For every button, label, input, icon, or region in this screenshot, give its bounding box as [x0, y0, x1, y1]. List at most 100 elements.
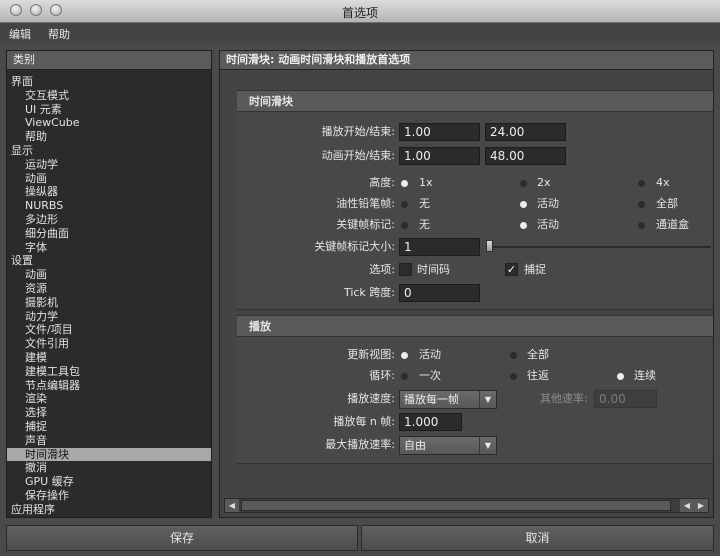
- sidebar-subitem[interactable]: 多边形: [7, 213, 211, 226]
- playback-group-title[interactable]: 播放: [237, 316, 713, 337]
- other-speed-field[interactable]: 0.00: [594, 390, 657, 408]
- playback-end-field[interactable]: 24.00: [485, 123, 566, 141]
- scroll-left-icon-2[interactable]: ◀: [680, 499, 694, 512]
- keytick-size-slider-handle[interactable]: [486, 240, 493, 252]
- snap-label: 捕捉: [524, 263, 546, 276]
- looping-label: 循环:: [369, 369, 395, 382]
- sidebar-subitem[interactable]: 选择: [7, 406, 211, 419]
- sidebar-category[interactable]: 应用程序: [7, 503, 211, 516]
- sidebar-subitem[interactable]: UI 元素: [7, 103, 211, 116]
- sidebar-subitem[interactable]: 资源: [7, 282, 211, 295]
- checkmark-icon: ✓: [506, 263, 517, 276]
- timecode-label: 时间码: [417, 263, 450, 276]
- max-speed-combo-value: 自由: [404, 439, 426, 452]
- looping-oscillate-label: 往返: [527, 369, 549, 382]
- every-n-field[interactable]: 1.000: [399, 413, 462, 431]
- max-speed-combo[interactable]: 自由 ▼: [399, 436, 497, 455]
- options-label: 选项:: [369, 263, 395, 276]
- sidebar-subitem[interactable]: 操纵器: [7, 185, 211, 198]
- update-view-active-radio[interactable]: [401, 352, 408, 359]
- height-1x-label: 1x: [419, 176, 433, 189]
- keytick-size-field[interactable]: 1: [399, 238, 480, 256]
- cancel-button[interactable]: 取消: [361, 525, 714, 551]
- max-speed-label: 最大播放速率:: [325, 438, 395, 451]
- update-view-all-radio[interactable]: [510, 352, 517, 359]
- anim-start-field[interactable]: 1.00: [399, 147, 480, 165]
- height-2x-radio[interactable]: [520, 180, 527, 187]
- looping-once-radio[interactable]: [401, 373, 408, 380]
- scroll-right-icon[interactable]: ▶: [694, 499, 708, 512]
- playback-start-field[interactable]: 1.00: [399, 123, 480, 141]
- chevron-down-icon: ▼: [479, 391, 496, 408]
- timecode-checkbox[interactable]: [399, 263, 412, 276]
- sidebar-subitem[interactable]: 帮助: [7, 130, 211, 143]
- settings-panel: 时间滑块: 动画时间滑块和播放首选项 时间滑块 播放开始/结束: 1.00 24…: [219, 50, 714, 518]
- playback-group: 播放 更新视图: 活动 全部 循环: 一次 往返 连续 播放速度: 播放每一帧 …: [237, 315, 713, 464]
- menu-help[interactable]: 帮助: [48, 26, 70, 42]
- height-4x-radio[interactable]: [638, 180, 645, 187]
- snap-checkbox[interactable]: ✓: [505, 263, 518, 276]
- keyticks-channelbox-label: 通道盒: [656, 218, 689, 231]
- keytick-size-slider-track[interactable]: [487, 246, 711, 248]
- playback-range-label: 播放开始/结束:: [321, 125, 395, 138]
- title-bar: 首选项: [0, 0, 720, 23]
- sidebar-subitem[interactable]: 保存操作: [7, 489, 211, 502]
- anim-end-field[interactable]: 48.00: [485, 147, 566, 165]
- every-n-label: 播放每 n 帧:: [333, 415, 395, 428]
- sidebar-category[interactable]: 界面: [7, 75, 211, 88]
- keyticks-active-radio[interactable]: [520, 222, 527, 229]
- sidebar-subitem[interactable]: 声音: [7, 434, 211, 447]
- height-label: 高度:: [369, 176, 395, 189]
- ghost-active-radio[interactable]: [520, 201, 527, 208]
- keyticks-active-label: 活动: [537, 218, 559, 231]
- keyticks-none-label: 无: [419, 218, 430, 231]
- sidebar-subitem[interactable]: 摄影机: [7, 296, 211, 309]
- sidebar-subitem[interactable]: 建模工具包: [7, 365, 211, 378]
- scroll-left-icon[interactable]: ◀: [225, 499, 239, 512]
- height-2x-label: 2x: [537, 176, 551, 189]
- looping-continuous-label: 连续: [634, 369, 656, 382]
- sidebar-subitem[interactable]: 运动学: [7, 158, 211, 171]
- looping-once-label: 一次: [419, 369, 441, 382]
- scrollbar-thumb[interactable]: [241, 500, 671, 511]
- keyticks-none-radio[interactable]: [401, 222, 408, 229]
- sidebar-subitem[interactable]: 动力学: [7, 310, 211, 323]
- ghost-all-radio[interactable]: [638, 201, 645, 208]
- sidebar-subitem[interactable]: GPU 缓存: [7, 475, 211, 488]
- sidebar-subitem[interactable]: 动画: [7, 172, 211, 185]
- sidebar-category[interactable]: 设置: [7, 254, 211, 267]
- save-button[interactable]: 保存: [6, 525, 358, 551]
- keyticks-label: 关键帧标记:: [336, 218, 395, 231]
- keyticks-channelbox-radio[interactable]: [638, 222, 645, 229]
- update-view-active-label: 活动: [419, 348, 441, 361]
- sidebar-subitem[interactable]: 文件/项目: [7, 323, 211, 336]
- sidebar-subitem[interactable]: 捕捉: [7, 420, 211, 433]
- sidebar-subitem[interactable]: 细分曲面: [7, 227, 211, 240]
- sidebar-subitem[interactable]: 文件引用: [7, 337, 211, 350]
- sidebar-subitem[interactable]: 动画: [7, 268, 211, 281]
- height-1x-radio[interactable]: [401, 180, 408, 187]
- sidebar-subitem[interactable]: 渲染: [7, 392, 211, 405]
- sidebar-subitem[interactable]: 字体: [7, 241, 211, 254]
- time-slider-group-title[interactable]: 时间滑块: [237, 91, 713, 112]
- sidebar-subitem[interactable]: 建模: [7, 351, 211, 364]
- ghost-none-radio[interactable]: [401, 201, 408, 208]
- sidebar-subitem[interactable]: 节点编辑器: [7, 379, 211, 392]
- tick-span-field[interactable]: 0: [399, 284, 480, 302]
- chevron-down-icon: ▼: [479, 437, 496, 454]
- sidebar-subitem[interactable]: 交互模式: [7, 89, 211, 102]
- sidebar-subitem[interactable]: 时间滑块: [7, 447, 211, 461]
- sidebar-category[interactable]: 显示: [7, 144, 211, 157]
- menu-bar: 编辑 帮助: [0, 23, 720, 43]
- update-view-all-label: 全部: [527, 348, 549, 361]
- sidebar-subitem[interactable]: ViewCube: [7, 116, 211, 129]
- height-4x-label: 4x: [656, 176, 670, 189]
- menu-edit[interactable]: 编辑: [9, 26, 31, 42]
- sidebar-subitem[interactable]: 撤消: [7, 461, 211, 474]
- sidebar-subitem[interactable]: NURBS: [7, 199, 211, 212]
- anim-range-label: 动画开始/结束:: [321, 149, 395, 162]
- looping-continuous-radio[interactable]: [617, 373, 624, 380]
- speed-combo[interactable]: 播放每一帧 ▼: [399, 390, 497, 409]
- looping-oscillate-radio[interactable]: [510, 373, 517, 380]
- horizontal-scrollbar[interactable]: ◀ ◀ ▶: [224, 498, 709, 513]
